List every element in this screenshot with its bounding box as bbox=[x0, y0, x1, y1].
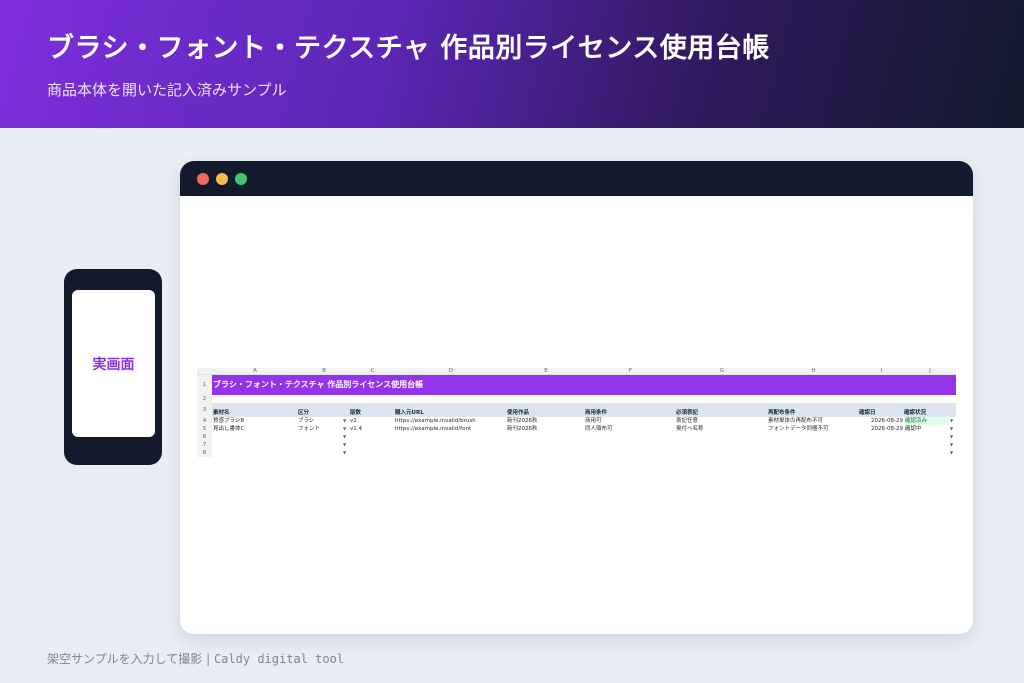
row-number[interactable]: 2 bbox=[197, 395, 212, 403]
cell-material-name[interactable]: 質感ブラシB bbox=[213, 417, 298, 425]
row-number[interactable]: 7 bbox=[197, 441, 212, 449]
cell-version[interactable]: v1.4 bbox=[350, 425, 395, 433]
cell-commercial-terms[interactable]: 商用可 bbox=[585, 417, 676, 425]
row-number[interactable]: 3 bbox=[197, 403, 212, 417]
dropdown-arrow-icon[interactable]: ▼ bbox=[950, 433, 953, 441]
table-header-row: 3 素材名 区分 版数 購入元URL 使用作品 商用条件 必須表記 再配布条件 … bbox=[197, 403, 956, 417]
cell-check-date[interactable]: 2026-08-29 bbox=[859, 425, 903, 433]
table-row: 4 質感ブラシB ブラシ ▼ v2 https://example.invali… bbox=[197, 417, 956, 425]
row-number[interactable]: 4 bbox=[197, 417, 212, 425]
hero-banner: ブラシ・フォント・テクスチャ 作品別ライセンス使用台帳 商品本体を開いた記入済み… bbox=[0, 0, 1024, 128]
row-number[interactable]: 5 bbox=[197, 425, 212, 433]
cell-redistribution[interactable]: 素材単体の再配布不可 bbox=[768, 417, 859, 425]
col-letter-c[interactable]: C bbox=[350, 368, 395, 374]
col-letter-f[interactable]: F bbox=[585, 368, 676, 374]
dropdown-arrow-icon[interactable]: ▼ bbox=[343, 417, 346, 425]
col-letter-h[interactable]: H bbox=[768, 368, 859, 374]
dropdown-arrow-icon[interactable]: ▼ bbox=[950, 417, 953, 425]
cell-material-name[interactable]: 見出し書体C bbox=[213, 425, 298, 433]
header-version[interactable]: 版数 bbox=[350, 409, 395, 417]
dropdown-arrow-icon[interactable]: ▼ bbox=[343, 441, 346, 449]
header-check-status[interactable]: 確認状況 bbox=[904, 409, 956, 417]
minimize-dot-icon[interactable] bbox=[216, 173, 228, 185]
page-subtitle: 商品本体を開いた記入済みサンプル bbox=[47, 81, 287, 99]
dropdown-arrow-icon[interactable]: ▼ bbox=[343, 425, 346, 433]
table-row: 6 ▼ ▼ bbox=[197, 433, 956, 441]
close-dot-icon[interactable] bbox=[197, 173, 209, 185]
footer-separator: | bbox=[206, 652, 211, 666]
column-header-row: A B C D E F G H I J bbox=[197, 368, 956, 375]
page-title: ブラシ・フォント・テクスチャ 作品別ライセンス使用台帳 bbox=[47, 33, 770, 64]
corner-cell[interactable] bbox=[197, 368, 212, 374]
header-material-name[interactable]: 素材名 bbox=[213, 409, 298, 417]
dropdown-arrow-icon[interactable]: ▼ bbox=[950, 441, 953, 449]
cell-check-status[interactable]: 確認中 bbox=[904, 425, 949, 433]
maximize-dot-icon[interactable] bbox=[235, 173, 247, 185]
cell-source-url[interactable]: https://example.invalid/brush bbox=[395, 417, 507, 425]
row-number[interactable]: 8 bbox=[197, 449, 212, 457]
header-commercial-terms[interactable]: 商用条件 bbox=[585, 409, 676, 417]
header-source-url[interactable]: 購入元URL bbox=[395, 409, 507, 417]
cell-category[interactable]: フォント bbox=[298, 425, 343, 433]
sheet-title-cell[interactable]: ブラシ・フォント・テクスチャ 作品別ライセンス使用台帳 bbox=[212, 375, 956, 395]
sheet-title-row: 1 ブラシ・フォント・テクスチャ 作品別ライセンス使用台帳 bbox=[197, 375, 956, 395]
phone-label: 実画面 bbox=[92, 356, 135, 373]
phone-mockup: 実画面 bbox=[64, 269, 162, 465]
cell-commercial-terms[interactable]: 同人頒布可 bbox=[585, 425, 676, 433]
window-titlebar bbox=[180, 161, 973, 196]
header-check-date[interactable]: 確認日 bbox=[859, 409, 904, 417]
table-row: 7 ▼ ▼ bbox=[197, 441, 956, 449]
cell-category[interactable]: ブラシ bbox=[298, 417, 343, 425]
row-number[interactable]: 6 bbox=[197, 433, 212, 441]
dropdown-arrow-icon[interactable]: ▼ bbox=[950, 449, 953, 457]
row-number[interactable]: 1 bbox=[197, 375, 212, 395]
footer-brand: Caldy digital tool bbox=[213, 652, 345, 666]
dropdown-arrow-icon[interactable]: ▼ bbox=[343, 433, 346, 441]
cell-required-credit[interactable]: 奥付へ名称 bbox=[676, 425, 768, 433]
header-category[interactable]: 区分 bbox=[298, 409, 350, 417]
col-letter-b[interactable]: B bbox=[298, 368, 350, 374]
cell-work[interactable]: 新刊2026秋 bbox=[507, 425, 585, 433]
col-letter-a[interactable]: A bbox=[212, 368, 298, 374]
blank-row: 2 bbox=[197, 395, 956, 403]
col-letter-e[interactable]: E bbox=[507, 368, 585, 374]
dropdown-arrow-icon[interactable]: ▼ bbox=[950, 425, 953, 433]
cell-check-date[interactable]: 2026-08-29 bbox=[859, 417, 903, 425]
cell-work[interactable]: 新刊2026秋 bbox=[507, 417, 585, 425]
spreadsheet: A B C D E F G H I J 1 ブラシ・フォント・テクスチャ 作品別… bbox=[197, 368, 956, 457]
cell-redistribution[interactable]: フォントデータ同梱不可 bbox=[768, 425, 859, 433]
phone-screen: 実画面 bbox=[72, 290, 155, 437]
footer-caption: 架空サンプルを入力して撮影 | Caldy digital tool bbox=[47, 650, 344, 667]
table-row: 5 見出し書体C フォント ▼ v1.4 https://example.inv… bbox=[197, 425, 956, 433]
cell-version[interactable]: v2 bbox=[350, 417, 395, 425]
cell-required-credit[interactable]: 表記任意 bbox=[676, 417, 768, 425]
cell-check-status[interactable]: 確認済み bbox=[904, 417, 949, 425]
col-letter-j[interactable]: J bbox=[904, 368, 956, 374]
col-letter-d[interactable]: D bbox=[395, 368, 507, 374]
table-row: 8 ▼ ▼ bbox=[197, 449, 956, 457]
header-redistribution[interactable]: 再配布条件 bbox=[768, 409, 859, 417]
browser-window: A B C D E F G H I J 1 ブラシ・フォント・テクスチャ 作品別… bbox=[180, 161, 973, 634]
dropdown-arrow-icon[interactable]: ▼ bbox=[343, 449, 346, 457]
cell-source-url[interactable]: https://example.invalid/font bbox=[395, 425, 507, 433]
col-letter-g[interactable]: G bbox=[676, 368, 768, 374]
header-work[interactable]: 使用作品 bbox=[507, 409, 585, 417]
header-required-credit[interactable]: 必須表記 bbox=[676, 409, 768, 417]
footer-caption-text: 架空サンプルを入力して撮影 bbox=[47, 652, 203, 666]
col-letter-i[interactable]: I bbox=[859, 368, 904, 374]
